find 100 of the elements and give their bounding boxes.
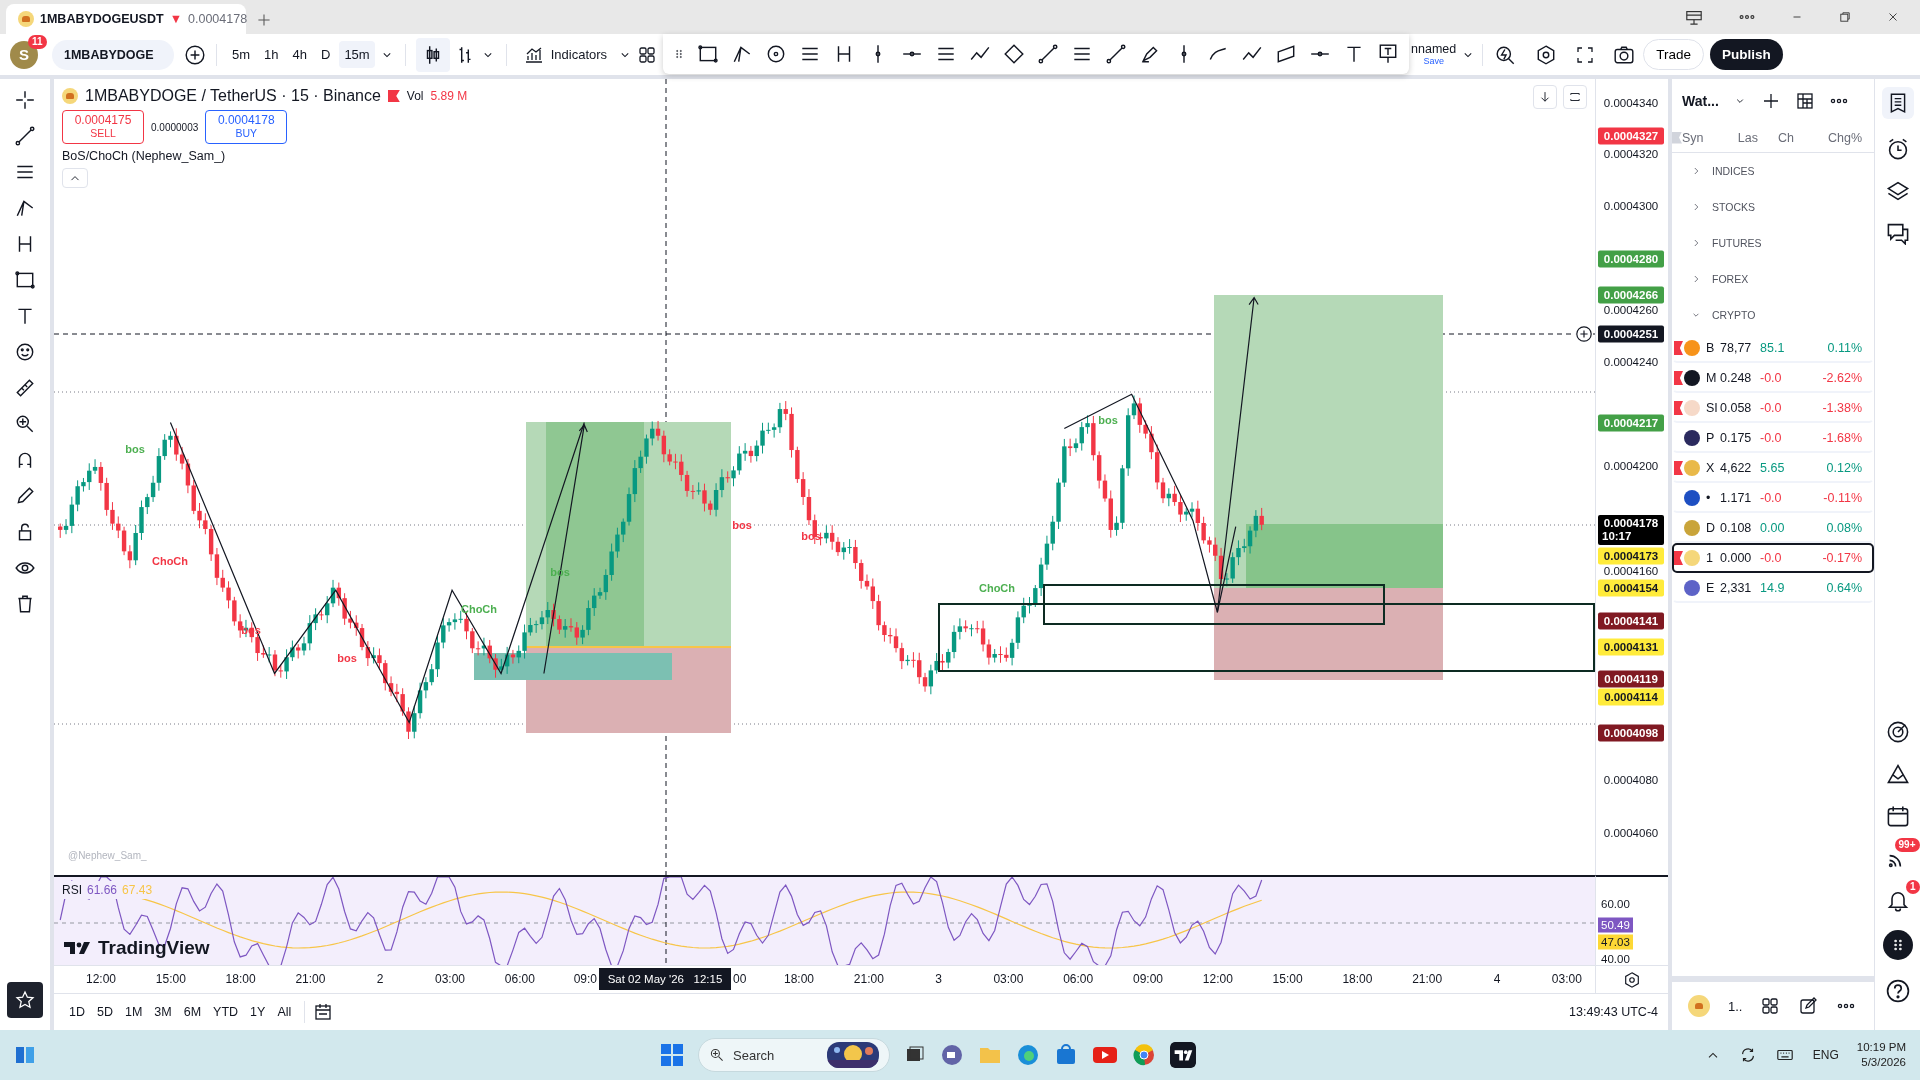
store-icon[interactable] <box>1054 1043 1078 1067</box>
layout-grid-icon[interactable] <box>1760 996 1781 1016</box>
browser-icon[interactable] <box>1132 1043 1156 1067</box>
target-icon[interactable] <box>1885 720 1910 744</box>
line-icon[interactable] <box>1105 43 1128 65</box>
trade-button[interactable]: Trade <box>1643 39 1704 70</box>
watchlist-row[interactable]: • 1.171 -0.0 -0.11% <box>1672 483 1874 513</box>
symbol-text: P <box>1706 431 1716 445</box>
apps-button[interactable] <box>1882 930 1913 960</box>
price-tag: 0.0004178 10:17 <box>1598 515 1664 545</box>
add-compare-icon[interactable] <box>184 43 206 66</box>
last-price: 78,77 <box>1720 341 1753 355</box>
zoom-icon[interactable] <box>14 413 36 435</box>
column-header[interactable]: Syn <box>1682 130 1724 145</box>
watchlist-row[interactable]: E 2,331 14.9 0.64% <box>1672 573 1874 603</box>
symbol-text[interactable]: 1.. <box>1728 998 1743 1014</box>
taskbar-date[interactable]: 5/3/2026 <box>1861 1055 1906 1070</box>
watchlist-title[interactable]: Wat... <box>1682 93 1719 109</box>
chart-app-icon[interactable] <box>1170 1042 1196 1068</box>
range-button[interactable]: 3M <box>149 1001 177 1023</box>
video-chat-icon[interactable] <box>940 1043 964 1067</box>
time-label: 12:00 <box>1202 972 1233 986</box>
language-indicator[interactable]: ENG <box>1812 1048 1839 1062</box>
range-button[interactable]: 1M <box>119 1001 148 1023</box>
layout-name[interactable]: nnamed <box>1411 42 1457 55</box>
interval-tab[interactable]: 1h <box>259 41 284 68</box>
time-label: 03:00 <box>1551 972 1582 986</box>
symbol-text: E <box>1706 581 1716 595</box>
smiley-icon[interactable] <box>14 341 36 363</box>
crosshair-icon[interactable] <box>14 89 36 111</box>
help-icon[interactable] <box>1884 978 1911 1004</box>
layouts-icon[interactable] <box>637 44 658 65</box>
restore-icon[interactable] <box>1838 10 1852 24</box>
watchlist-group[interactable]: STOCKS <box>1672 189 1874 225</box>
interval-tab[interactable]: D <box>316 41 336 68</box>
range-button[interactable]: YTD <box>208 1001 244 1023</box>
range-button[interactable]: 1D <box>64 1001 90 1023</box>
time-label: 18:00 <box>225 972 256 986</box>
windows-icon[interactable] <box>660 1043 684 1067</box>
price-tag: 0.0004266 <box>1598 286 1664 304</box>
indicators-button[interactable]: Indicators <box>516 38 614 71</box>
column-header[interactable]: Ch <box>1758 130 1794 145</box>
save-link[interactable]: Save <box>1423 54 1444 67</box>
chat-icon[interactable] <box>1885 221 1910 245</box>
watchlist-group[interactable]: INDICES <box>1672 153 1874 189</box>
trend-line-icon[interactable] <box>14 125 36 147</box>
time-label: 03:00 <box>435 972 465 986</box>
browser-icon[interactable] <box>1016 1043 1040 1067</box>
interval-tab[interactable]: 15m <box>339 41 375 68</box>
diamond-icon[interactable] <box>1003 43 1026 65</box>
add-alert-icon[interactable] <box>1575 325 1593 343</box>
browser-tab[interactable]: 1MBABYDOGEUSDT ▼ 0.0004178 <box>6 4 246 34</box>
watchlist-row[interactable]: 1 0.000 -0.0 -0.17% <box>1672 543 1874 573</box>
scroll-down-icon[interactable] <box>1538 90 1552 104</box>
video-play-icon[interactable] <box>1092 1045 1118 1065</box>
range-button[interactable]: 1Y <box>245 1001 271 1023</box>
mountain-icon[interactable] <box>1885 762 1910 786</box>
rectangle-icon[interactable] <box>697 43 720 65</box>
price-tag: 47.03 <box>1598 934 1633 950</box>
range-button[interactable]: 5D <box>92 1001 118 1023</box>
watchlist-row[interactable]: SI 0.058 -0.0 -1.38% <box>1672 393 1874 423</box>
widgets-icon[interactable] <box>14 1044 36 1066</box>
interval-tab[interactable]: 4h <box>287 41 312 68</box>
sell-button[interactable]: 0.0004175 SELL <box>62 110 144 144</box>
watchlist-group[interactable]: FUTURES <box>1672 225 1874 261</box>
edit-icon[interactable] <box>1798 996 1819 1016</box>
indicator-name[interactable]: BoS/ChoCh (Nephew_Sam_) <box>62 149 226 163</box>
publish-button[interactable]: Publish <box>1710 39 1783 70</box>
flag-icon[interactable] <box>387 90 400 102</box>
taskbar-time[interactable]: 10:19 PM <box>1856 1040 1906 1055</box>
pencil-icon[interactable] <box>14 485 36 507</box>
table-icon[interactable] <box>1794 91 1815 111</box>
ruler-icon[interactable] <box>14 377 36 399</box>
range-button[interactable]: 6M <box>178 1001 207 1023</box>
monitor-icon[interactable] <box>1684 8 1704 26</box>
symbol-search[interactable]: 1MBABYDOGE <box>52 39 174 70</box>
interval-tab[interactable]: 5m <box>227 41 256 68</box>
fullscreen-icon[interactable] <box>1575 44 1596 65</box>
date-range-icon[interactable] <box>313 1002 334 1022</box>
watchlist-group[interactable]: CRYPTO <box>1672 297 1874 333</box>
watchlist-row[interactable]: X 4,622 5.65 0.12% <box>1672 453 1874 483</box>
watchlist-row[interactable]: B 78,77 85.1 0.11% <box>1672 333 1874 363</box>
calendar-icon[interactable] <box>1885 804 1910 828</box>
line-icon[interactable] <box>1037 43 1060 65</box>
price-tag: 0.0004280 <box>1598 250 1664 268</box>
watchlist-row[interactable]: M 0.248 -0.0 -2.62% <box>1672 363 1874 393</box>
column-header[interactable]: Las <box>1724 130 1758 145</box>
column-header[interactable]: Chg% <box>1794 130 1862 145</box>
search-field[interactable]: Search <box>698 1038 890 1072</box>
symbol-title[interactable]: 1MBABYDOGE / TetherUS · 15 · Binance <box>85 87 381 105</box>
watchlist-row[interactable]: D 0.108 0.00 0.08% <box>1672 513 1874 543</box>
indicator-name[interactable]: RSI <box>62 883 82 897</box>
watchlist-group[interactable]: FOREX <box>1672 261 1874 297</box>
rectangle-icon[interactable] <box>14 269 36 291</box>
buy-button[interactable]: 0.0004178 BUY <box>205 110 288 144</box>
range-button[interactable]: All <box>272 1001 297 1023</box>
layers-icon[interactable] <box>1885 179 1910 203</box>
favorites-button[interactable] <box>7 982 43 1018</box>
settings-icon[interactable] <box>1623 970 1641 989</box>
watchlist-row[interactable]: P 0.175 -0.0 -1.68% <box>1672 423 1874 453</box>
